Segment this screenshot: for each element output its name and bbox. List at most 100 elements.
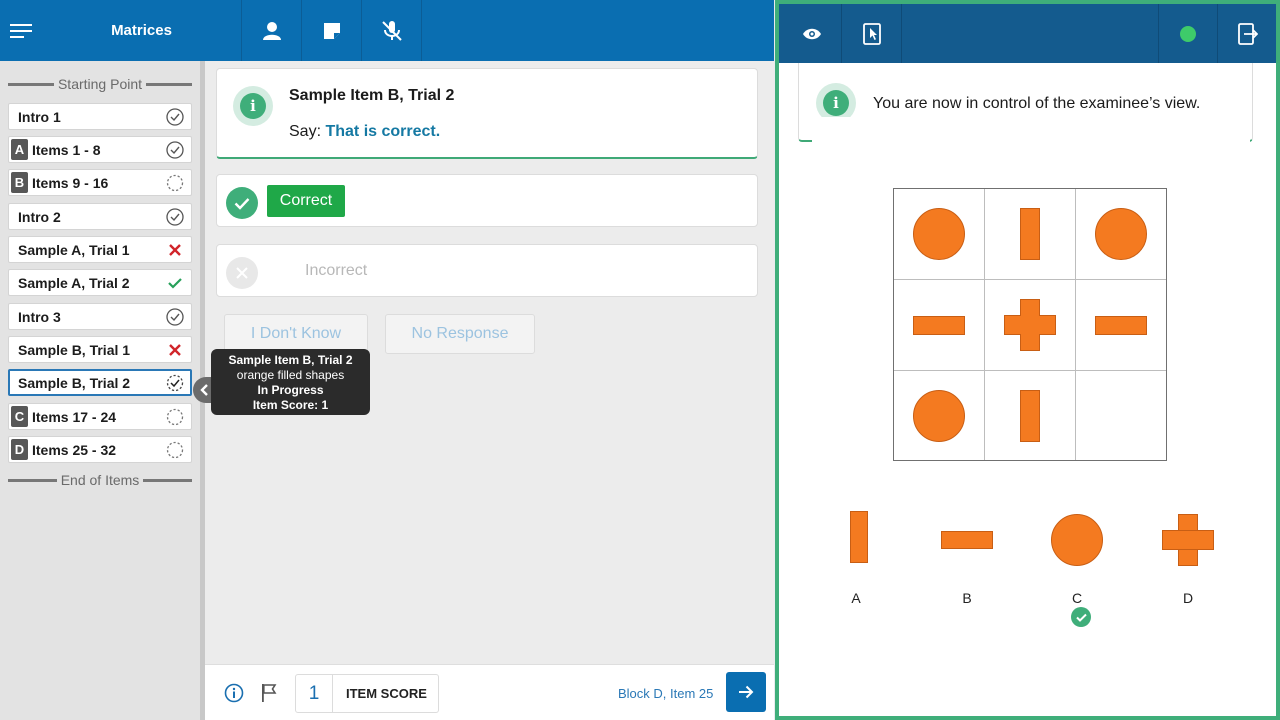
arrow-right-icon <box>739 685 754 699</box>
flag-icon <box>262 684 277 702</box>
sidebar-item-label: Items 1 - 8 <box>32 141 101 158</box>
item-score-value[interactable]: 1 <box>296 675 333 712</box>
say-text: That is correct. <box>325 123 441 140</box>
connection-status <box>1158 4 1218 63</box>
examinee-toolbar <box>779 4 1276 63</box>
info-button[interactable] <box>224 683 244 708</box>
sidebar-item-block-a[interactable]: A Items 1 - 8 <box>8 136 192 163</box>
view-toggle-button[interactable] <box>782 4 842 63</box>
item-location: Block D, Item 25 <box>618 686 714 701</box>
selected-check-icon <box>1071 607 1091 627</box>
notice-overlap <box>812 117 1250 143</box>
option-a-label: A <box>851 590 861 606</box>
sidebar-item-intro-1[interactable]: Intro 1 <box>8 103 192 130</box>
option-b-shape[interactable] <box>941 531 993 549</box>
option-c-label: C <box>1071 590 1083 606</box>
block-badge: D <box>11 439 28 460</box>
sidebar-item-label: Items 17 - 24 <box>32 408 117 425</box>
menu-button[interactable] <box>0 0 42 61</box>
control-notice-text: You are now in control of the examinee’s… <box>873 95 1201 112</box>
correct-check-icon <box>166 274 184 292</box>
item-score-field[interactable]: 1 ITEM SCORE <box>295 674 439 713</box>
matrix-circle-shape <box>913 208 965 260</box>
sidebar-item-sample-b-trial-1[interactable]: Sample B, Trial 1 <box>8 336 192 363</box>
sidebar-item-label: Sample B, Trial 1 <box>18 341 131 358</box>
sidebar-item-sample-a-trial-2[interactable]: Sample A, Trial 2 <box>8 269 192 296</box>
correct-response-row[interactable]: Correct <box>216 174 758 227</box>
end-of-items-label: End of Items <box>60 472 140 488</box>
note-icon <box>323 22 340 39</box>
microphone-off-icon <box>381 20 402 41</box>
check-circle-icon <box>226 187 258 219</box>
sidebar-item-intro-3[interactable]: Intro 3 <box>8 303 192 330</box>
tooltip-score: Item Score: 1 <box>252 398 329 412</box>
exit-view-button[interactable] <box>1218 4 1276 63</box>
matrix-horizontal-bar-shape <box>1095 316 1147 335</box>
option-c-shape[interactable] <box>1051 514 1103 566</box>
option-d-label: D <box>1182 590 1194 606</box>
tooltip-status: In Progress <box>257 383 324 397</box>
item-tooltip: Sample Item B, Trial 2 orange filled sha… <box>211 349 370 415</box>
menu-icon <box>10 23 32 38</box>
note-button[interactable] <box>302 0 362 61</box>
sidebar-item-label: Sample A, Trial 1 <box>18 241 130 258</box>
tablet-control-button[interactable] <box>842 4 902 63</box>
exit-icon <box>1238 22 1258 45</box>
not-started-status-icon <box>166 174 184 192</box>
item-title: Sample Item B, Trial 2 <box>289 87 455 104</box>
dont-know-button[interactable]: I Don't Know <box>224 314 368 354</box>
sidebar-item-intro-2[interactable]: Intro 2 <box>8 203 192 230</box>
in-progress-status-icon <box>166 374 184 392</box>
matrix-circle-shape <box>913 390 965 442</box>
complete-status-icon <box>166 208 184 226</box>
tooltip-subtitle: orange filled shapes <box>236 368 345 382</box>
next-item-button[interactable] <box>726 672 766 712</box>
flag-button[interactable] <box>260 683 278 708</box>
starting-point-divider: Starting Point <box>8 76 192 92</box>
subtest-title: Matrices <box>42 0 242 61</box>
matrix-puzzle <box>893 188 1167 461</box>
matrix-cross-shape <box>1004 299 1056 351</box>
sidebar-item-label: Sample A, Trial 2 <box>18 274 130 291</box>
info-icon: i <box>233 86 273 126</box>
option-a-shape[interactable] <box>850 511 868 563</box>
x-circle-icon <box>226 257 258 289</box>
sidebar-item-sample-a-trial-1[interactable]: Sample A, Trial 1 <box>8 236 192 263</box>
examinee-view-panel: i You are now in control of the examinee… <box>775 0 1280 720</box>
not-started-status-icon <box>166 408 184 426</box>
chevron-left-icon <box>200 384 208 396</box>
incorrect-response-row[interactable]: Incorrect <box>216 244 758 297</box>
app-header: Matrices <box>0 0 774 61</box>
complete-status-icon <box>166 108 184 126</box>
not-started-status-icon <box>166 441 184 459</box>
end-of-items-divider: End of Items <box>8 472 192 488</box>
sidebar-item-block-c[interactable]: C Items 17 - 24 <box>8 403 192 430</box>
sidebar-item-block-d[interactable]: D Items 25 - 32 <box>8 436 192 463</box>
sidebar-item-label: Items 9 - 16 <box>32 174 109 191</box>
sidebar-item-sample-b-trial-2[interactable]: Sample B, Trial 2 <box>8 369 192 396</box>
correct-button[interactable]: Correct <box>267 185 345 217</box>
tablet-pointer-icon <box>862 22 881 45</box>
tooltip-title: Sample Item B, Trial 2 <box>228 353 353 367</box>
microphone-button[interactable] <box>362 0 422 61</box>
starting-point-label: Starting Point <box>57 76 143 92</box>
incorrect-label: Incorrect <box>305 262 368 279</box>
info-outline-icon <box>224 683 244 703</box>
sidebar-item-label: Intro 1 <box>18 108 61 125</box>
say-prefix: Say: <box>289 123 322 140</box>
no-response-button[interactable]: No Response <box>385 314 535 354</box>
sidebar-item-label: Intro 2 <box>18 208 61 225</box>
person-button[interactable] <box>242 0 302 61</box>
item-instructions-card: i Sample Item B, Trial 2 Say: That is co… <box>216 68 758 159</box>
item-footer: 1 ITEM SCORE Block D, Item 25 <box>205 664 774 720</box>
block-badge: A <box>11 139 28 160</box>
eye-icon <box>802 28 821 39</box>
sidebar-item-block-b[interactable]: B Items 9 - 16 <box>8 169 192 196</box>
item-score-label: ITEM SCORE <box>346 686 427 701</box>
matrix-circle-shape <box>1095 208 1147 260</box>
block-badge: C <box>11 406 28 427</box>
say-instruction: Say: That is correct. <box>289 123 440 141</box>
option-d-shape[interactable] <box>1162 514 1214 566</box>
complete-status-icon <box>166 141 184 159</box>
complete-status-icon <box>166 308 184 326</box>
